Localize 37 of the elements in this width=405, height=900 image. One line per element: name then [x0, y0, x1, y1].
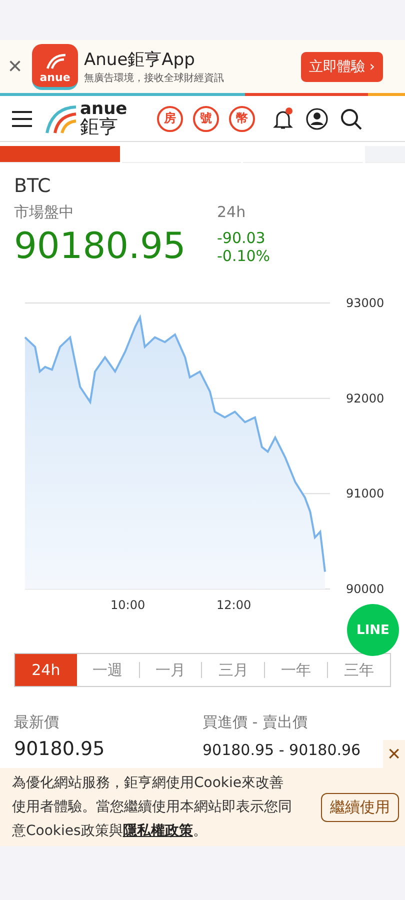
x-axis-label: 10:00 — [110, 598, 146, 612]
y-axis-label: 92000 — [346, 391, 384, 406]
section-tab[interactable] — [0, 146, 120, 163]
quick-link[interactable]: 幣 — [229, 106, 256, 132]
close-button[interactable]: × — [383, 740, 405, 768]
try-now-button[interactable]: 立即體驗 › — [300, 52, 383, 82]
rainbow-icon — [44, 104, 78, 134]
symbol-title: BTC — [14, 175, 52, 197]
stat-value: 90180.95 — [14, 738, 106, 760]
market-status: 市場盤中 — [14, 203, 75, 222]
price: 90180.95 — [14, 226, 187, 267]
stat-label: 最新價 — [14, 713, 60, 732]
y-axis-label: 93000 — [346, 296, 384, 310]
app-icon: anue — [32, 44, 78, 90]
percent-change: -0.10% — [217, 246, 270, 264]
stat-label: 買進價 - 賣出價 — [202, 713, 308, 732]
account-icon[interactable] — [305, 106, 330, 130]
x-axis-label: 12:00 — [216, 598, 252, 612]
price-change: -90.03 — [217, 228, 266, 246]
bell-icon[interactable] — [271, 106, 296, 130]
search-icon[interactable] — [339, 106, 364, 130]
continue-button[interactable]: 繼續使用 — [321, 792, 399, 822]
range-tab[interactable]: 24h — [15, 654, 77, 686]
period-label: 24h — [217, 203, 246, 222]
line-share-button[interactable]: LINE — [347, 604, 399, 656]
y-axis-label: 91000 — [346, 486, 384, 501]
app-banner[interactable]: × anue Anue鉅亨App 無廣告環境，接收全球財經資訊 立即體驗 › — [0, 40, 405, 93]
y-axis-label: 90000 — [346, 582, 384, 596]
banner-title: Anue鉅亨App — [84, 49, 196, 71]
close-button[interactable]: × — [4, 52, 26, 80]
quick-link[interactable]: 房 — [157, 106, 184, 132]
logo[interactable]: anue 鉅亨 — [44, 100, 128, 136]
quick-link[interactable]: 號 — [193, 106, 220, 132]
banner-subtitle: 無廣告環境，接收全球財經資訊 — [84, 72, 226, 85]
cookie-message: 為優化網站服務，鉅亨網使用Cookie來改善使用者體驗。當您繼續使用本網站即表示您同意Cookies政策與隱私權政策。 — [12, 774, 293, 841]
stat-value: 90180.95 - 90180.96 — [202, 740, 362, 759]
privacy-policy-link[interactable]: 隱私權政策 — [122, 823, 193, 839]
